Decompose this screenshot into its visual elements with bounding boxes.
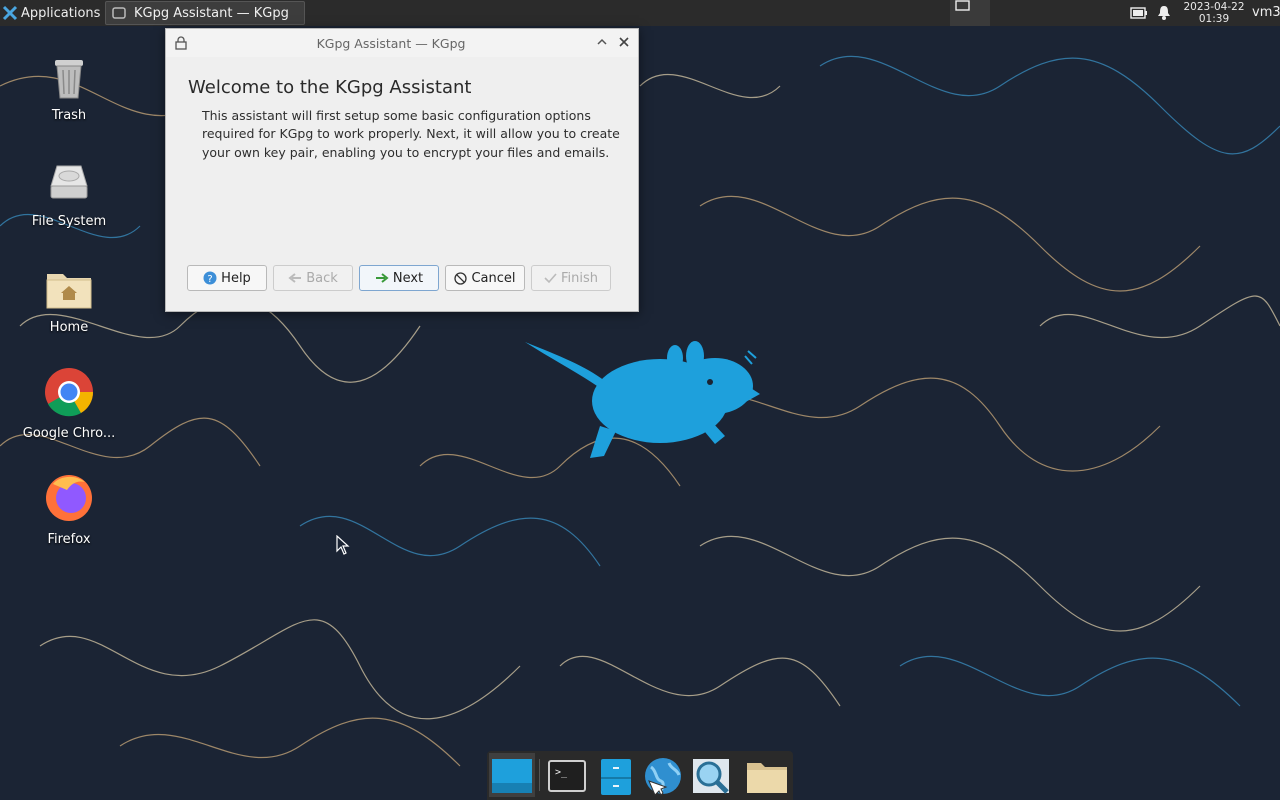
help-icon: ?: [203, 271, 217, 285]
desktop-icon-label: Google Chro...: [22, 426, 116, 441]
next-button-label: Next: [392, 270, 424, 286]
user-menu[interactable]: vm3: [1252, 5, 1280, 20]
cancel-button[interactable]: Cancel: [445, 265, 525, 291]
trash-icon: [55, 60, 83, 99]
dock-separator: [539, 759, 540, 791]
dialog-description: This assistant will first setup some bas…: [202, 108, 620, 160]
notifications-bell-icon[interactable]: [1157, 5, 1171, 21]
help-button[interactable]: ? Help: [187, 265, 267, 291]
maximize-icon[interactable]: [595, 35, 609, 49]
desktop-icon-trash[interactable]: Trash: [14, 50, 124, 123]
taskbar-window-button[interactable]: KGpg Assistant — KGpg: [105, 1, 305, 25]
taskbar-window-label: KGpg Assistant — KGpg: [134, 5, 289, 21]
checkmark-icon: [544, 273, 557, 284]
cancel-button-label: Cancel: [471, 270, 516, 286]
window-icon: [955, 0, 970, 11]
clock-date: 2023-04-22: [1183, 1, 1245, 13]
desktop-icon-label: Trash: [51, 108, 87, 123]
desktop-icon-google-chrome[interactable]: Google Chro...: [14, 368, 124, 441]
dialog-titlebar[interactable]: KGpg Assistant — KGpg: [166, 29, 638, 57]
finish-button[interactable]: Finish: [531, 265, 611, 291]
applications-menu-button[interactable]: Applications ⋮: [2, 0, 120, 26]
app-finder-icon[interactable]: [689, 755, 733, 797]
desktop-icon-home[interactable]: Home: [14, 262, 124, 335]
svg-text:>_: >_: [555, 767, 568, 778]
home-folder-icon: [46, 274, 92, 309]
svg-text:?: ?: [208, 274, 213, 285]
battery-icon[interactable]: [1130, 6, 1148, 20]
firefox-icon: [46, 475, 92, 521]
close-icon[interactable]: [617, 35, 631, 49]
chrome-icon: [45, 368, 94, 417]
arrow-right-icon: [375, 273, 389, 283]
terminal-icon[interactable]: >_: [545, 755, 589, 797]
back-button-label: Back: [306, 270, 338, 286]
kgpg-assistant-dialog: KGpg Assistant — KGpg Welcome to the KGp…: [165, 28, 639, 312]
dialog-heading: Welcome to the KGpg Assistant: [188, 77, 472, 98]
applications-label: Applications: [21, 5, 101, 21]
clock[interactable]: 2023-04-22 01:39: [1180, 1, 1248, 25]
finish-button-label: Finish: [560, 270, 598, 286]
desktop-icon-label: Home: [49, 320, 89, 335]
clock-time: 01:39: [1198, 13, 1230, 25]
mouse-cursor-icon: [336, 535, 350, 555]
top-panel: Applications ⋮ KGpg Assistant — KGpg 202…: [0, 0, 1280, 26]
drive-icon: [50, 165, 88, 199]
bottom-dock: >_: [487, 751, 793, 800]
show-desktop-button[interactable]: [950, 0, 990, 26]
desktop-icon-label: File System: [31, 214, 107, 229]
arrow-left-icon: [288, 273, 302, 283]
cancel-icon: [454, 271, 468, 285]
next-button[interactable]: Next: [359, 265, 439, 291]
web-browser-icon[interactable]: [641, 755, 685, 797]
folder-icon[interactable]: [745, 755, 789, 797]
help-button-label: Help: [221, 270, 251, 286]
xfce-logo-icon: [2, 5, 18, 21]
file-manager-icon[interactable]: [593, 755, 637, 797]
desktop-icon-file-system[interactable]: File System: [14, 156, 124, 229]
back-button[interactable]: Back: [273, 265, 353, 291]
desktop-icon-firefox[interactable]: Firefox: [14, 474, 124, 547]
kgpg-window-icon: [112, 7, 126, 19]
dialog-title: KGpg Assistant — KGpg: [316, 36, 466, 51]
desktop-icon-label: Firefox: [47, 532, 91, 547]
show-desktop-icon[interactable]: [490, 755, 534, 797]
